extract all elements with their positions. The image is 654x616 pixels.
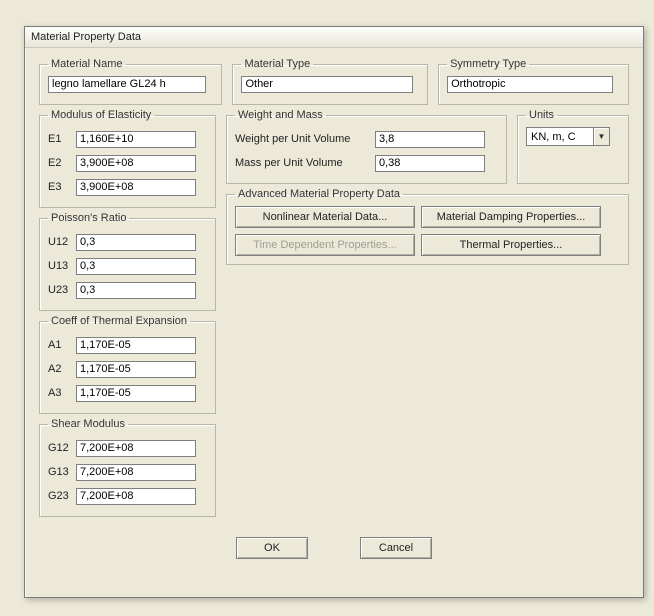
group-weight-mass: Weight and Mass Weight per Unit Volume 3… (226, 109, 507, 184)
group-advanced: Advanced Material Property Data Nonlinea… (226, 188, 629, 265)
input-mpuv[interactable]: 0,38 (375, 155, 485, 172)
symmetry-type-field[interactable]: Orthotropic (447, 76, 613, 93)
legend-advanced: Advanced Material Property Data (235, 188, 403, 200)
label-e1: E1 (48, 133, 76, 145)
label-u12: U12 (48, 236, 76, 248)
group-poisson: Poisson's Ratio U12 0,3 U13 0,3 U23 0,3 (39, 212, 216, 311)
label-u13: U13 (48, 260, 76, 272)
label-e2: E2 (48, 157, 76, 169)
input-g23[interactable]: 7,200E+08 (76, 488, 196, 505)
nonlinear-button[interactable]: Nonlinear Material Data... (235, 206, 415, 228)
ok-button[interactable]: OK (236, 537, 308, 559)
label-a3: A3 (48, 387, 76, 399)
units-select[interactable]: KN, m, C ▼ (526, 127, 610, 146)
legend-units: Units (526, 109, 557, 121)
legend-modulus: Modulus of Elasticity (48, 109, 154, 121)
input-e3[interactable]: 3,900E+08 (76, 179, 196, 196)
input-g13[interactable]: 7,200E+08 (76, 464, 196, 481)
group-units: Units KN, m, C ▼ (517, 109, 629, 184)
input-e1[interactable]: 1,160E+10 (76, 131, 196, 148)
label-a2: A2 (48, 363, 76, 375)
material-name-field[interactable]: legno lamellare GL24 h (48, 76, 206, 93)
legend-shear: Shear Modulus (48, 418, 128, 430)
units-selected: KN, m, C (531, 131, 576, 143)
label-wpuv: Weight per Unit Volume (235, 133, 375, 145)
input-a3[interactable]: 1,170E-05 (76, 385, 196, 402)
material-type-field[interactable]: Other (241, 76, 413, 93)
label-g13: G13 (48, 466, 76, 478)
timedep-button: Time Dependent Properties... (235, 234, 415, 256)
legend-material-type: Material Type (241, 58, 313, 70)
label-e3: E3 (48, 181, 76, 193)
legend-poisson: Poisson's Ratio (48, 212, 129, 224)
input-a2[interactable]: 1,170E-05 (76, 361, 196, 378)
legend-material-name: Material Name (48, 58, 126, 70)
label-u23: U23 (48, 284, 76, 296)
group-modulus: Modulus of Elasticity E1 1,160E+10 E2 3,… (39, 109, 216, 208)
legend-thermal: Coeff of Thermal Expansion (48, 315, 190, 327)
input-e2[interactable]: 3,900E+08 (76, 155, 196, 172)
label-g12: G12 (48, 442, 76, 454)
label-mpuv: Mass per Unit Volume (235, 157, 375, 169)
dialog-title: Material Property Data (25, 27, 643, 48)
input-wpuv[interactable]: 3,8 (375, 131, 485, 148)
input-g12[interactable]: 7,200E+08 (76, 440, 196, 457)
group-material-type: Material Type Other (232, 58, 428, 105)
damping-button[interactable]: Material Damping Properties... (421, 206, 601, 228)
group-shear: Shear Modulus G12 7,200E+08 G13 7,200E+0… (39, 418, 216, 517)
label-a1: A1 (48, 339, 76, 351)
chevron-down-icon: ▼ (593, 128, 609, 145)
legend-weight-mass: Weight and Mass (235, 109, 326, 121)
input-u12[interactable]: 0,3 (76, 234, 196, 251)
input-a1[interactable]: 1,170E-05 (76, 337, 196, 354)
group-material-name: Material Name legno lamellare GL24 h (39, 58, 222, 105)
input-u13[interactable]: 0,3 (76, 258, 196, 275)
label-g23: G23 (48, 490, 76, 502)
group-symmetry-type: Symmetry Type Orthotropic (438, 58, 629, 105)
material-property-dialog: Material Property Data Material Name leg… (24, 26, 644, 598)
input-u23[interactable]: 0,3 (76, 282, 196, 299)
group-thermal: Coeff of Thermal Expansion A1 1,170E-05 … (39, 315, 216, 414)
thermal-button[interactable]: Thermal Properties... (421, 234, 601, 256)
cancel-button[interactable]: Cancel (360, 537, 432, 559)
legend-symmetry-type: Symmetry Type (447, 58, 529, 70)
